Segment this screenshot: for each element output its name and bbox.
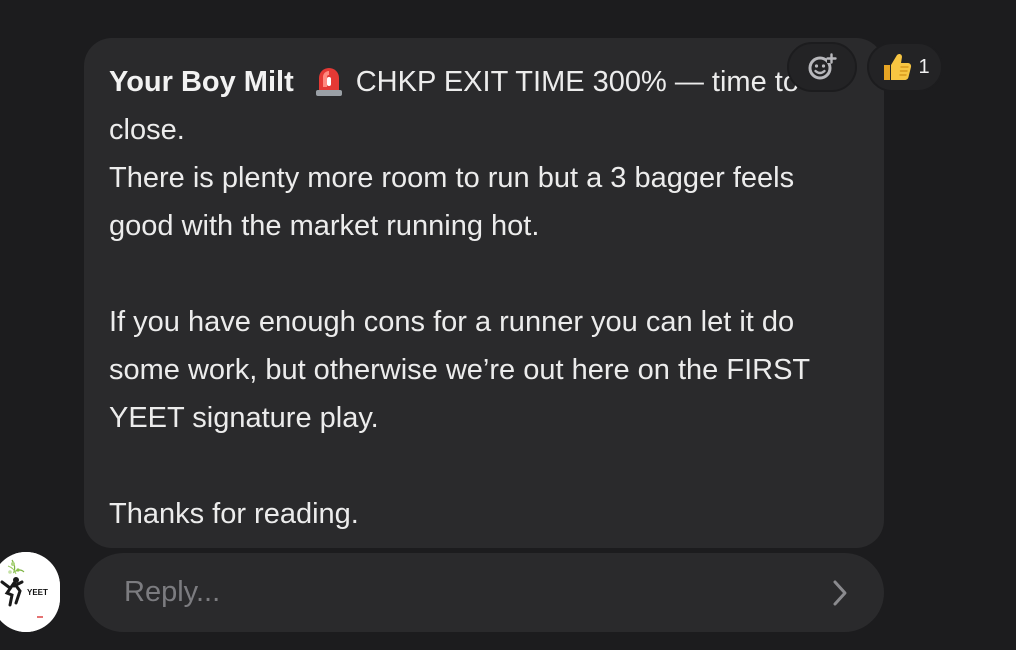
chat-view: 1 Your Boy Milt CHKP EXIT TIME 300% — ti… [0, 0, 1016, 650]
reaction-bar: 1 [787, 42, 943, 92]
message-text: Your Boy Milt CHKP EXIT TIME 300% — time… [109, 58, 858, 538]
thumbs-up-icon [884, 53, 912, 80]
message-line-4: Thanks for reading. [109, 498, 359, 530]
thumbs-up-reaction[interactable]: 1 [867, 42, 943, 92]
chevron-right-icon[interactable] [830, 579, 850, 607]
sender-name[interactable]: Your Boy Milt [109, 66, 294, 98]
rotating-light-icon [315, 68, 342, 96]
reply-field[interactable]: Reply... [84, 553, 884, 632]
add-reaction-icon [808, 53, 837, 80]
avatar[interactable]: YEET [0, 552, 60, 632]
yeet-logo-image: YEET [0, 552, 60, 632]
reply-placeholder: Reply... [124, 576, 221, 608]
message-bubble[interactable]: 1 Your Boy Milt CHKP EXIT TIME 300% — ti… [84, 38, 943, 548]
message-line-2: There is plenty more room to run but a 3… [109, 162, 795, 242]
message-line-3: If you have enough cons for a runner you… [109, 306, 810, 434]
thumbs-up-count: 1 [918, 56, 930, 78]
avatar-label: YEET [27, 588, 48, 597]
add-reaction-button[interactable] [787, 42, 857, 92]
